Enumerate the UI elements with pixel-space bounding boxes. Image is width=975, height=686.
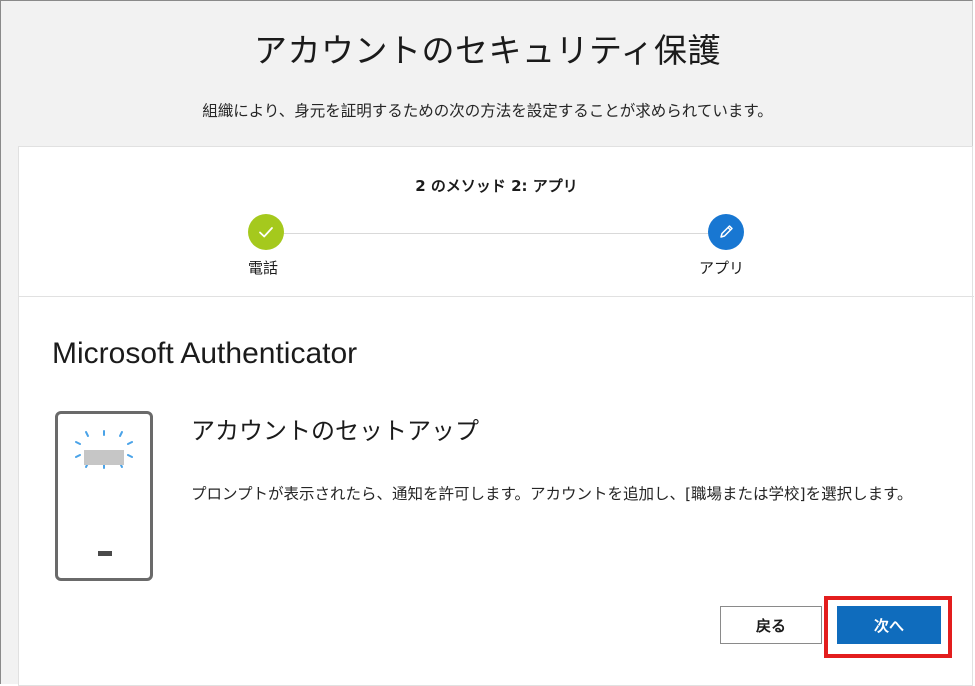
notification-glow-icon	[75, 430, 133, 469]
page-title: アカウントのセキュリティ保護	[253, 31, 722, 70]
phone-notification-bar	[84, 450, 124, 465]
app-title: Microsoft Authenticator	[52, 337, 358, 370]
step-app-indicator	[708, 214, 744, 250]
setup-title: アカウントのセットアップ	[191, 417, 479, 445]
step-connector-line	[283, 233, 711, 234]
next-button[interactable]: 次へ	[837, 606, 941, 644]
wizard-card: 2 のメソッド 2: アプリ 電話 アプリ Microsoft Authenti…	[18, 146, 974, 686]
page-subtitle: 組織により、身元を証明するための次の方法を設定することが求められています。	[202, 102, 773, 120]
step-phone-label: 電話	[248, 259, 279, 277]
phone-icon	[55, 411, 153, 581]
pencil-icon	[720, 225, 733, 238]
section-divider	[19, 296, 974, 297]
step-app-label: アプリ	[699, 259, 745, 277]
step-progress-label: 2 のメソッド 2: アプリ	[415, 177, 578, 195]
checkmark-icon	[259, 227, 273, 238]
phone-home-button	[98, 551, 112, 556]
step-phone-indicator	[248, 214, 284, 250]
setup-description: プロンプトが表示されたら、通知を許可します。アカウントを追加し、[職場または学校…	[191, 485, 913, 503]
back-button[interactable]: 戻る	[720, 606, 822, 644]
